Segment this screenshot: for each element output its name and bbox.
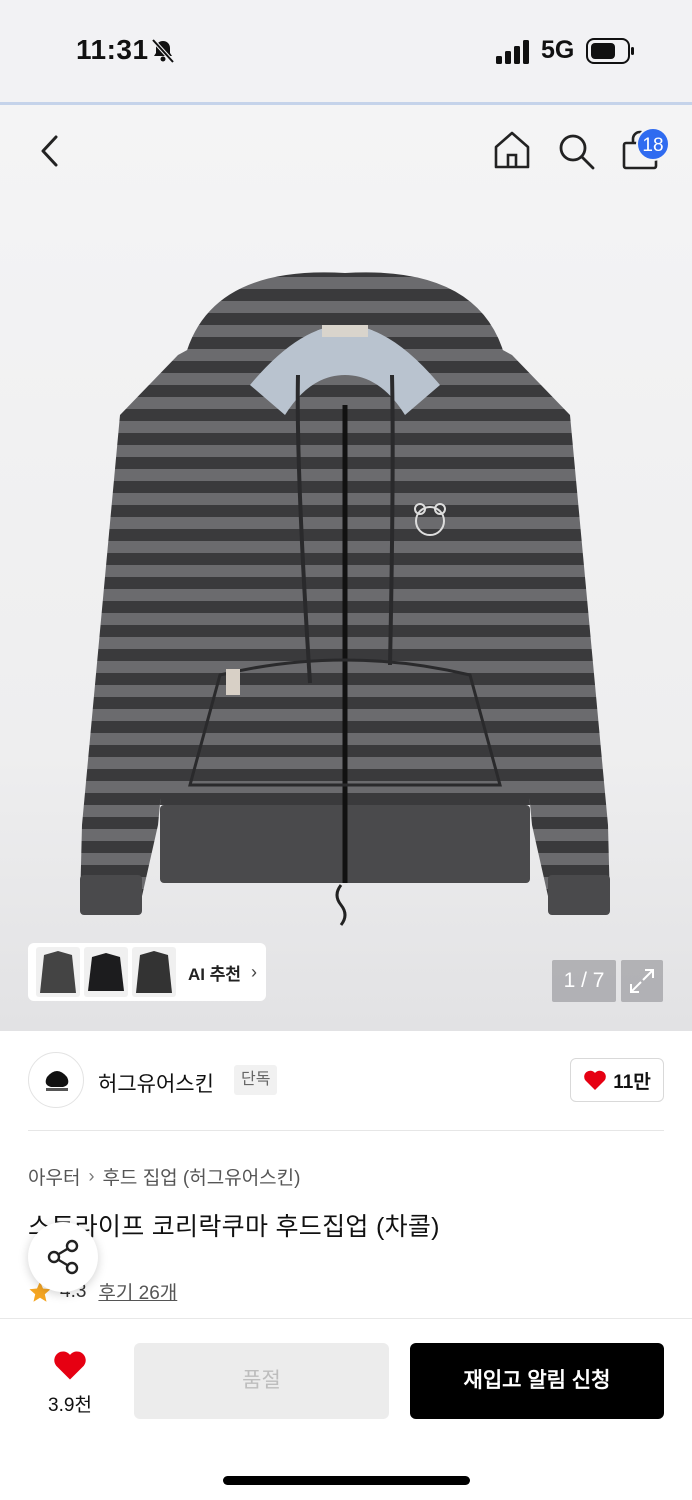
breadcrumb-item-hood-zipup[interactable]: 후드 집업 (허그유어스킨) xyxy=(102,1163,300,1190)
search-icon[interactable] xyxy=(556,131,596,171)
image-counter: 1 / 7 xyxy=(552,960,616,1002)
wishlist-button[interactable]: 3.9천 xyxy=(28,1349,112,1417)
review-count-link[interactable]: 후기 26개 xyxy=(98,1278,177,1305)
ai-thumbnail[interactable] xyxy=(36,947,80,997)
brand-like-count: 11만 xyxy=(613,1071,651,1093)
ai-recommend-label: AI 추천 xyxy=(188,964,242,984)
ai-recommend-strip[interactable]: AI 추천 › xyxy=(28,943,266,1001)
bell-off-icon xyxy=(151,38,175,64)
wishlist-count: 3.9천 xyxy=(48,1395,92,1416)
back-icon[interactable] xyxy=(36,133,66,169)
heart-icon xyxy=(54,1351,86,1380)
chevron-right-icon: › xyxy=(88,1166,95,1186)
product-image xyxy=(80,272,610,926)
signal-icon xyxy=(496,40,529,64)
bottom-action-bar: 3.9천 품절 재입고 알림 신청 xyxy=(0,1318,692,1500)
network-label: 5G xyxy=(541,36,575,64)
breadcrumb: 아우터 › 후드 집업 (허그유어스킨) xyxy=(28,1163,300,1190)
breadcrumb-item-outer[interactable]: 아우터 xyxy=(28,1163,80,1190)
brand-like-button[interactable]: 11만 xyxy=(570,1058,664,1102)
soldout-button: 품절 xyxy=(134,1343,389,1419)
cart-count-badge: 18 xyxy=(636,127,670,161)
brand-row[interactable]: 허그유어스킨 단독 11만 xyxy=(28,1050,664,1114)
brand-name[interactable]: 허그유어스킨 xyxy=(98,1068,214,1098)
status-bar: 11:31 5G xyxy=(0,0,692,105)
battery-icon xyxy=(586,38,634,64)
chevron-right-icon: › xyxy=(251,961,258,982)
brand-logo[interactable] xyxy=(28,1052,84,1108)
exclusive-badge: 단독 xyxy=(234,1065,278,1095)
status-time: 11:31 xyxy=(76,34,149,65)
restock-alert-button[interactable]: 재입고 알림 신청 xyxy=(410,1343,664,1419)
expand-icon xyxy=(630,969,654,993)
ai-thumbnail[interactable] xyxy=(132,947,176,997)
home-icon[interactable] xyxy=(492,129,532,171)
heart-icon xyxy=(584,1070,607,1090)
ai-thumbnail[interactable] xyxy=(84,947,128,997)
expand-button[interactable] xyxy=(621,960,663,1002)
share-button[interactable] xyxy=(28,1222,98,1292)
share-icon xyxy=(47,1239,79,1275)
product-gallery[interactable]: 18 AI 추천 › 1 / 7 xyxy=(0,105,692,1031)
divider xyxy=(28,1130,664,1131)
home-indicator[interactable] xyxy=(223,1476,470,1485)
